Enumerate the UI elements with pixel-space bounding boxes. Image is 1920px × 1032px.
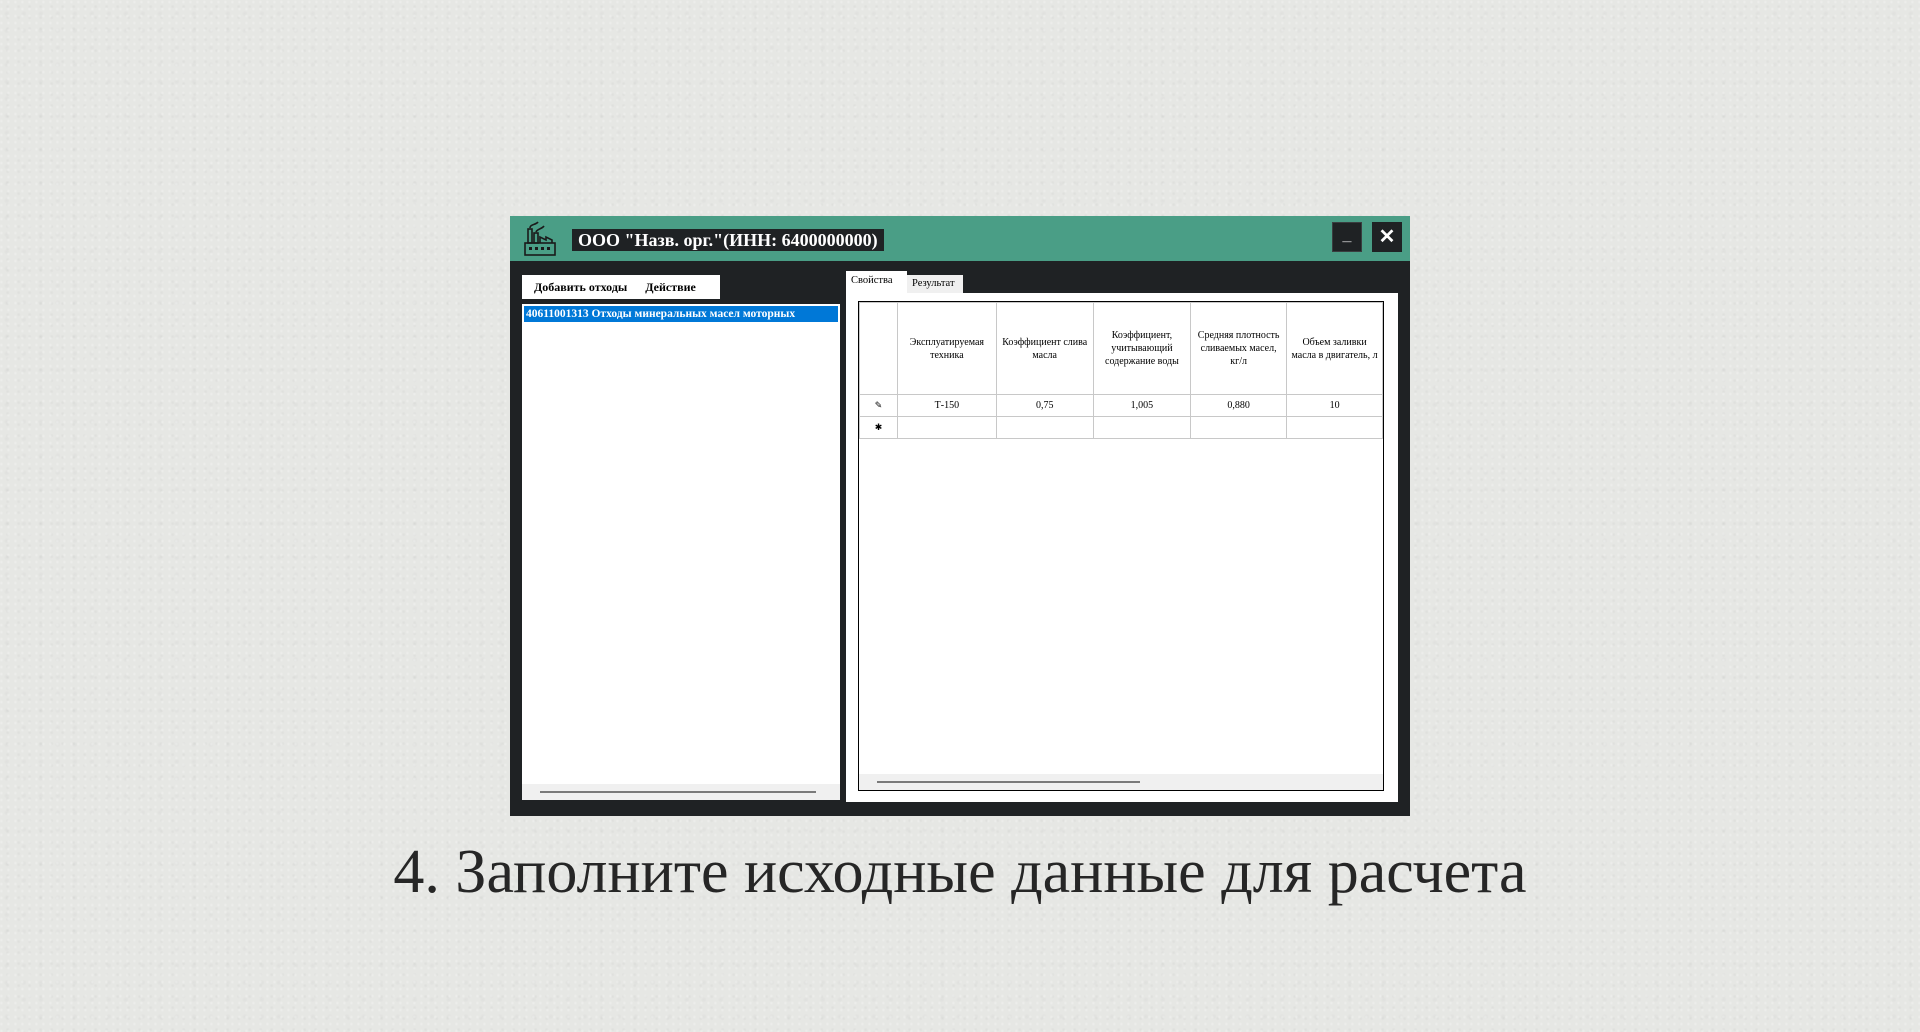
factory-icon xyxy=(524,221,556,256)
minimize-button[interactable]: _ xyxy=(1332,222,1362,252)
close-button[interactable]: ✕ xyxy=(1372,222,1402,252)
cell-drain-coefficient[interactable] xyxy=(995,416,1094,439)
list-item[interactable]: 40611001313 Отходы минеральных масел мот… xyxy=(524,306,838,322)
cell-oil-density[interactable] xyxy=(1190,416,1288,439)
new-table-row[interactable]: ✱ xyxy=(858,416,1383,439)
column-header-oil-volume[interactable]: Объем заливки масла в двигатель, л xyxy=(1286,302,1383,395)
cell-oil-volume[interactable]: 10 xyxy=(1286,394,1383,417)
grid-horizontal-scrollbar[interactable] xyxy=(859,774,1383,790)
scrollbar-thumb[interactable] xyxy=(540,791,816,793)
title-bar[interactable]: ООО "Назв. орг."(ИНН: 6400000000) _ ✕ xyxy=(510,216,1410,261)
pencil-icon[interactable]: ✎ xyxy=(858,394,899,417)
column-header-drain-coefficient[interactable]: Коэффициент слива масла xyxy=(995,302,1094,395)
cell-equipment[interactable] xyxy=(897,416,997,439)
cell-water-coefficient[interactable]: 1,005 xyxy=(1092,394,1192,417)
waste-list[interactable]: 40611001313 Отходы минеральных масел мот… xyxy=(522,304,840,800)
list-horizontal-scrollbar[interactable] xyxy=(522,784,840,800)
properties-panel: Эксплуатируемая техника Коэффициент слив… xyxy=(846,293,1398,802)
data-grid: Эксплуатируемая техника Коэффициент слив… xyxy=(858,301,1384,791)
scrollbar-thumb[interactable] xyxy=(877,781,1140,783)
column-header-oil-density[interactable]: Средняя плотность сливаемых масел, кг/л xyxy=(1190,302,1288,395)
properties-table: Эксплуатируемая техника Коэффициент слив… xyxy=(858,302,1383,439)
cell-oil-density[interactable]: 0,880 xyxy=(1190,394,1288,417)
add-waste-button[interactable]: Добавить отходы xyxy=(534,280,627,295)
cell-water-coefficient[interactable] xyxy=(1092,416,1192,439)
waste-toolbar: Добавить отходы Действие xyxy=(522,275,720,299)
table-row[interactable]: ✎ Т-150 0,75 1,005 0,880 10 xyxy=(858,394,1383,417)
window-title: ООО "Назв. орг."(ИНН: 6400000000) xyxy=(572,229,884,251)
header-row: Эксплуатируемая техника Коэффициент слив… xyxy=(858,302,1383,395)
cell-drain-coefficient[interactable]: 0,75 xyxy=(995,394,1094,417)
new-row-icon[interactable]: ✱ xyxy=(858,416,899,439)
app-window: ООО "Назв. орг."(ИНН: 6400000000) _ ✕ До… xyxy=(510,216,1410,816)
cell-oil-volume[interactable] xyxy=(1286,416,1383,439)
tab-properties[interactable]: Свойства xyxy=(846,271,907,293)
row-header-corner[interactable] xyxy=(858,302,899,395)
column-header-equipment[interactable]: Эксплуатируемая техника xyxy=(897,302,997,395)
action-menu-button[interactable]: Действие xyxy=(645,280,696,295)
tab-result[interactable]: Результат xyxy=(907,275,963,293)
cell-equipment[interactable]: Т-150 xyxy=(897,394,997,417)
instruction-caption: 4. Заполните исходные данные для расчета xyxy=(393,838,1527,906)
column-header-water-coefficient[interactable]: Коэффициент, учитывающий содержание воды xyxy=(1092,302,1192,395)
